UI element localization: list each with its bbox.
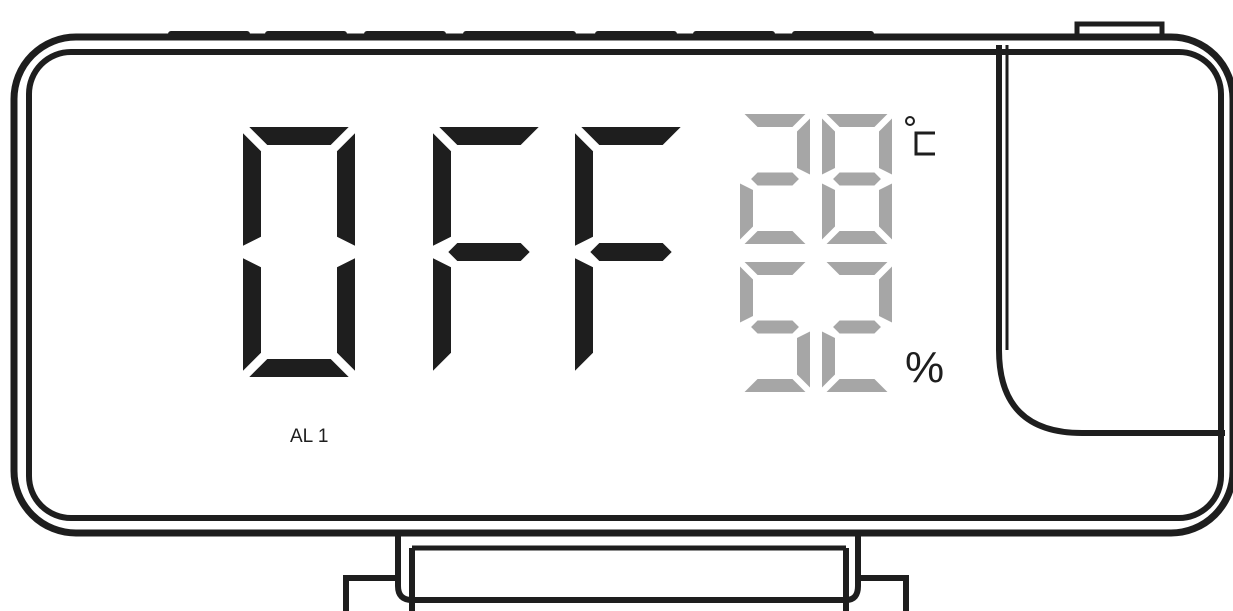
humidity-digit-2-segment-d [826,379,888,392]
main-digit-1-segment-e [243,258,261,371]
humidity-digit-2-segment-b [879,266,892,323]
humidity-digit-2-segment-e [822,331,835,388]
humidity-digit-1-segment-c [797,331,810,388]
percent-unit: % [905,343,944,392]
temp-digit-2-segment-a [826,114,888,127]
temp-digit-1-segment-e [740,183,753,240]
main-digit-3-segment-e [575,258,593,371]
temp-digit-1-segment-b [797,118,810,175]
humidity-digit-1 [740,262,810,392]
main-digit-display [243,127,681,377]
temp-digit-2-segment-e [822,183,835,240]
main-digit-1-segment-f [243,133,261,246]
main-digit-2-segment-f [433,133,451,246]
main-digit-3-segment-g [590,243,672,261]
main-digit-3-segment-a [581,127,681,145]
temp-digit-1-segment-g [751,172,799,186]
main-digit-2 [433,127,539,371]
humidity-digit-1-segment-a [744,262,806,275]
humidity-digit-1-segment-g [751,320,799,334]
main-digit-2-segment-g [448,243,530,261]
temp-digit-2-segment-g [833,172,881,186]
main-digit-1 [243,127,355,377]
temperature-digits [740,114,892,244]
celsius-unit [905,116,935,156]
temp-digit-2-segment-c [879,183,892,240]
main-digit-1-segment-c [337,258,355,371]
temp-digit-2-segment-b [879,118,892,175]
temp-digit-1-segment-d [744,231,806,244]
humidity-digit-2 [822,262,892,392]
projector-window [996,45,1225,436]
temp-digit-2-segment-f [822,118,835,175]
alarm-label: AL 1 [290,426,328,447]
main-digit-3-segment-f [575,133,593,246]
clock-body-outer [10,33,1233,537]
main-digit-3 [575,127,681,371]
main-digit-1-segment-b [337,133,355,246]
temp-digit-1-segment-a [744,114,806,127]
temp-digit-2 [822,114,892,244]
clock-illustration: % AL 1 [10,21,1233,611]
main-digit-1-segment-d [249,359,349,377]
temp-digit-2-segment-d [826,231,888,244]
humidity-digit-2-segment-a [826,262,888,275]
humidity-digit-1-segment-d [744,379,806,392]
humidity-digits [740,262,892,392]
stand [343,533,909,611]
temp-digit-1 [740,114,810,244]
main-digit-2-segment-a [439,127,539,145]
clock-body-inner [26,49,1224,521]
main-digit-1-segment-a [249,127,349,145]
humidity-digit-2-segment-g [833,320,881,334]
main-digit-2-segment-e [433,258,451,371]
humidity-digit-1-segment-f [740,266,753,323]
